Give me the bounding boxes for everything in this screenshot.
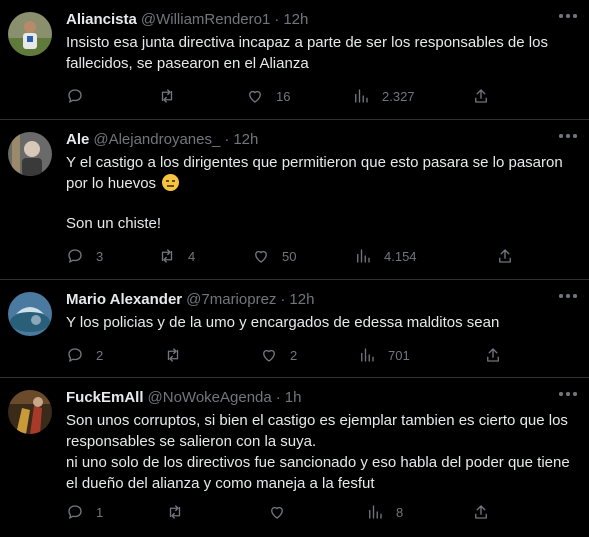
share-button[interactable] xyxy=(496,246,514,266)
separator-dot: · xyxy=(274,11,280,28)
tweet[interactable]: Ale @Alejandroyanes_ · 12h Y el castigo a l… xyxy=(0,120,589,280)
like-icon xyxy=(249,90,261,103)
retweet-icon xyxy=(161,249,173,263)
retweet-icon xyxy=(167,348,179,362)
retweet-button[interactable] xyxy=(164,345,194,365)
views-button[interactable]: 701 xyxy=(358,345,410,365)
like-button[interactable]: 50 xyxy=(252,246,296,266)
reply-icon xyxy=(68,348,82,362)
avatar[interactable] xyxy=(8,12,52,56)
tweet-text: Insisto esa junta directiva incapaz a pa… xyxy=(66,32,579,74)
like-count: 2 xyxy=(290,347,298,363)
author-handle[interactable]: @Alejandroyanes_ xyxy=(93,131,220,148)
views-button[interactable]: 2.327 xyxy=(352,86,415,106)
retweet-count: 4 xyxy=(188,248,196,264)
reply-count: 2 xyxy=(96,347,104,363)
unamused-face-icon xyxy=(162,174,180,191)
reply-button[interactable] xyxy=(66,86,96,106)
share-icon xyxy=(487,348,499,362)
author-name[interactable]: Aliancista xyxy=(66,11,137,28)
reply-count: 1 xyxy=(96,504,104,520)
avatar[interactable] xyxy=(8,132,52,176)
retweet-icon xyxy=(169,505,181,519)
tweet-text: Y el castigo a los dirigentes que permit… xyxy=(66,152,579,234)
separator-dot: · xyxy=(224,131,230,148)
like-button[interactable]: 16 xyxy=(246,86,290,106)
views-icon xyxy=(361,348,374,362)
tweet-actions: 16 2.327 xyxy=(66,86,506,106)
tweet-actions: 2 2 701 xyxy=(66,345,506,365)
share-button[interactable] xyxy=(484,345,502,365)
tweet-actions: 3 4 50 4.154 xyxy=(66,246,511,266)
reply-button[interactable]: 3 xyxy=(66,246,103,266)
tweet-text-line: ni uno solo de los directivos fue sancio… xyxy=(66,454,570,492)
tweet-text: Y los policias y de la umo y encargados … xyxy=(66,312,579,333)
share-icon xyxy=(499,249,511,263)
tweet-text-line: Y los policias y de la umo y encargados … xyxy=(66,314,500,331)
avatar[interactable] xyxy=(8,390,52,434)
timestamp[interactable]: 1h xyxy=(285,389,302,406)
like-button[interactable] xyxy=(268,502,298,522)
views-icon xyxy=(369,505,382,519)
author-name[interactable]: FuckEmAll xyxy=(66,389,144,406)
separator-dot: · xyxy=(275,389,281,406)
reply-button[interactable]: 1 xyxy=(66,502,103,522)
views-count: 2.327 xyxy=(382,88,415,104)
tweet-text-line: Son unos corruptos, si bien el castigo e… xyxy=(66,412,568,450)
timestamp[interactable]: 12h xyxy=(289,291,314,308)
share-icon xyxy=(475,89,487,103)
reply-icon xyxy=(68,89,82,103)
views-count: 701 xyxy=(388,347,410,363)
retweet-button[interactable]: 4 xyxy=(158,246,195,266)
views-icon xyxy=(357,249,370,263)
views-button[interactable]: 8 xyxy=(366,502,403,522)
like-icon xyxy=(255,250,267,263)
separator-dot: · xyxy=(280,291,286,308)
tweet-text-line: Son un chiste! xyxy=(66,215,162,232)
reply-icon xyxy=(68,249,82,263)
share-button[interactable] xyxy=(472,86,490,106)
author-handle[interactable]: @WilliamRendero1 xyxy=(141,11,270,28)
tweet[interactable]: FuckEmAll @NoWokeAgenda · 1h Son unos corru… xyxy=(0,378,589,537)
like-count: 16 xyxy=(276,88,291,104)
author-handle[interactable]: @NoWokeAgenda xyxy=(148,389,272,406)
like-icon xyxy=(263,349,275,362)
share-icon xyxy=(475,505,487,519)
timestamp[interactable]: 12h xyxy=(233,131,258,148)
tweet-text-line: Y el castigo a los dirigentes que permit… xyxy=(66,154,563,192)
reply-button[interactable]: 2 xyxy=(66,345,103,365)
like-icon xyxy=(271,506,283,519)
retweet-button[interactable] xyxy=(158,86,188,106)
avatar[interactable] xyxy=(8,292,52,336)
retweet-button[interactable] xyxy=(166,502,196,522)
views-count: 8 xyxy=(396,504,404,520)
author-name[interactable]: Ale xyxy=(66,131,89,148)
author-handle[interactable]: @7marioprez xyxy=(186,291,276,308)
tweet[interactable]: Aliancista @WilliamRendero1 · 12h Insisto e… xyxy=(0,0,589,120)
like-button[interactable]: 2 xyxy=(260,345,297,365)
like-count: 50 xyxy=(282,248,297,264)
views-icon xyxy=(355,89,368,103)
views-count: 4.154 xyxy=(384,248,417,264)
author-name[interactable]: Mario Alexander xyxy=(66,291,182,308)
retweet-icon xyxy=(161,89,173,103)
tweet[interactable]: Mario Alexander @7marioprez · 12h Y los pol… xyxy=(0,280,589,378)
tweet-text: Son unos corruptos, si bien el castigo e… xyxy=(66,410,579,494)
reply-feed: Aliancista @WilliamRendero1 · 12h Insisto e… xyxy=(0,0,589,537)
timestamp[interactable]: 12h xyxy=(283,11,308,28)
share-button[interactable] xyxy=(472,502,490,522)
reply-count: 3 xyxy=(96,248,104,264)
reply-icon xyxy=(68,505,82,519)
tweet-actions: 1 8 xyxy=(66,502,506,522)
tweet-text-line: Insisto esa junta directiva incapaz a pa… xyxy=(66,34,548,72)
views-button[interactable]: 4.154 xyxy=(354,246,417,266)
